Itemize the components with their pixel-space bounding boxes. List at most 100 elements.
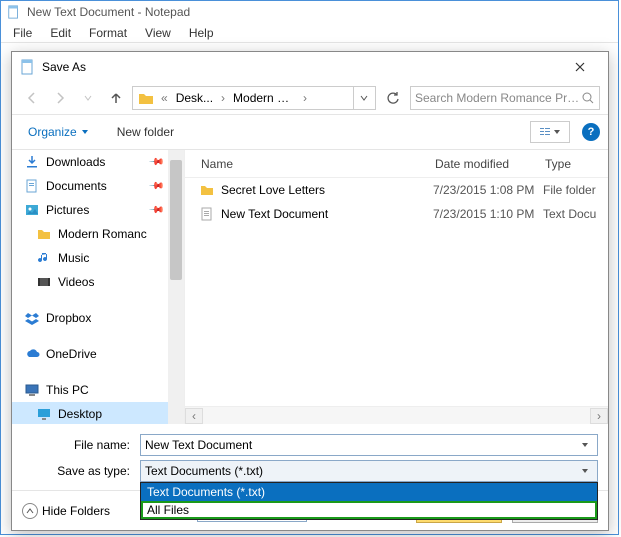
recent-dropdown[interactable] xyxy=(76,86,100,110)
chevron-down-icon[interactable] xyxy=(577,463,593,479)
nav-row: « Desk... › Modern Roma... › Search Mode… xyxy=(12,82,608,114)
file-header: Name Date modified Type xyxy=(185,150,608,178)
scrollbar-thumb[interactable] xyxy=(170,160,182,280)
help-button[interactable]: ? xyxy=(582,123,600,141)
folder-icon xyxy=(36,226,52,242)
tree-label: Modern Romanc xyxy=(58,227,147,241)
save-as-dialog: Save As « Desk... › Modern Roma... › xyxy=(11,51,609,531)
menu-view[interactable]: View xyxy=(137,24,179,42)
scroll-left-button[interactable]: ‹ xyxy=(185,408,203,424)
tree-label: Pictures xyxy=(46,203,89,217)
pin-icon: 📌 xyxy=(147,178,164,195)
save-type-dropdown: Text Documents (*.txt) All Files xyxy=(140,482,598,520)
forward-button[interactable] xyxy=(48,86,72,110)
tree-item-downloads[interactable]: Downloads📌 xyxy=(12,150,168,174)
back-button[interactable] xyxy=(20,86,44,110)
nav-tree: Downloads📌 Documents 📌 Pictures 📌 Modern R… xyxy=(12,150,168,424)
tree-label: OneDrive xyxy=(46,347,97,361)
organize-button[interactable]: Organize xyxy=(20,121,97,143)
search-placeholder: Search Modern Romance Pre-... xyxy=(415,91,581,105)
folder-icon xyxy=(137,89,155,107)
tree-item-desktop[interactable]: Desktop xyxy=(12,402,168,424)
file-name: New Text Document xyxy=(221,207,433,221)
music-icon xyxy=(36,250,52,266)
col-date[interactable]: Date modified xyxy=(435,157,545,171)
video-icon xyxy=(36,274,52,290)
tree-item-videos[interactable]: Videos xyxy=(12,270,168,294)
folder-icon xyxy=(199,182,215,198)
menu-edit[interactable]: Edit xyxy=(42,24,79,42)
chevron-down-icon[interactable] xyxy=(577,437,593,453)
file-name-label: File name: xyxy=(22,438,134,452)
tree-label: Documents xyxy=(46,179,107,193)
tree-label: Videos xyxy=(58,275,94,289)
textdoc-icon xyxy=(199,206,215,222)
hide-folders-button[interactable]: Hide Folders xyxy=(22,503,110,519)
dropbox-icon xyxy=(24,310,40,326)
close-button[interactable] xyxy=(560,53,600,81)
file-row[interactable]: Secret Love Letters 7/23/2015 1:08 PM Fi… xyxy=(185,178,608,202)
tree-item-documents[interactable]: Documents 📌 xyxy=(12,174,168,198)
tree-item-onedrive[interactable]: OneDrive xyxy=(12,342,168,366)
pin-icon: 📌 xyxy=(147,202,164,219)
menu-help[interactable]: Help xyxy=(181,24,222,42)
file-name: Secret Love Letters xyxy=(221,183,433,197)
notepad-title: New Text Document - Notepad xyxy=(27,5,190,19)
download-icon xyxy=(24,154,40,170)
file-date: 7/23/2015 1:08 PM xyxy=(433,183,543,197)
view-icon xyxy=(539,126,551,138)
menu-format[interactable]: Format xyxy=(81,24,135,42)
col-name[interactable]: Name xyxy=(185,157,435,171)
file-name-input[interactable]: New Text Document xyxy=(140,434,598,456)
save-type-option[interactable]: Text Documents (*.txt) xyxy=(141,483,597,501)
file-name-value: New Text Document xyxy=(145,438,577,452)
dialog-body: Downloads📌 Documents 📌 Pictures 📌 Modern R… xyxy=(12,150,608,424)
breadcrumb-prefix: « xyxy=(157,91,172,105)
thispc-icon xyxy=(24,382,40,398)
desktop-icon xyxy=(36,406,52,422)
file-hscrollbar[interactable]: ‹ › xyxy=(185,406,608,424)
dialog-toolbar: Organize New folder ? xyxy=(12,114,608,150)
tree-item-modern-romance[interactable]: Modern Romanc xyxy=(12,222,168,246)
tree-label: Desktop xyxy=(58,407,102,421)
refresh-button[interactable] xyxy=(380,86,406,110)
tree-item-pictures[interactable]: Pictures 📌 xyxy=(12,198,168,222)
col-type[interactable]: Type xyxy=(545,157,608,171)
chevron-up-icon xyxy=(22,503,38,519)
onedrive-icon xyxy=(24,346,40,362)
breadcrumb-crumb[interactable]: Desk... xyxy=(172,91,217,105)
tree-scrollbar[interactable] xyxy=(168,150,184,424)
search-input[interactable]: Search Modern Romance Pre-... xyxy=(410,86,600,110)
pictures-icon xyxy=(24,202,40,218)
save-type-option[interactable]: All Files xyxy=(141,501,597,519)
tree-item-thispc[interactable]: This PC xyxy=(12,378,168,402)
chevron-down-icon xyxy=(81,128,89,136)
file-type: Text Docu xyxy=(543,207,608,221)
tree-label: Music xyxy=(58,251,89,265)
breadcrumb-dropdown[interactable] xyxy=(353,87,373,109)
file-row[interactable]: New Text Document 7/23/2015 1:10 PM Text… xyxy=(185,202,608,226)
menu-file[interactable]: File xyxy=(5,24,40,42)
file-list: Name Date modified Type Secret Love Lett… xyxy=(184,150,608,424)
hide-folders-label: Hide Folders xyxy=(42,504,110,518)
file-date: 7/23/2015 1:10 PM xyxy=(433,207,543,221)
tree-label: This PC xyxy=(46,383,89,397)
tree-item-dropbox[interactable]: Dropbox xyxy=(12,306,168,330)
new-folder-button[interactable]: New folder xyxy=(109,121,182,143)
tree-label: Dropbox xyxy=(46,311,91,325)
up-button[interactable] xyxy=(104,86,128,110)
notepad-window: New Text Document - Notepad File Edit Fo… xyxy=(0,0,619,535)
tree-item-music[interactable]: Music xyxy=(12,246,168,270)
pin-icon: 📌 xyxy=(147,154,164,171)
notepad-icon xyxy=(7,5,21,19)
breadcrumb[interactable]: « Desk... › Modern Roma... › xyxy=(132,86,376,110)
view-options-button[interactable] xyxy=(530,121,570,143)
save-type-select[interactable]: Text Documents (*.txt) Text Documents (*… xyxy=(140,460,598,482)
chevron-right-icon: › xyxy=(217,91,229,105)
save-type-value: Text Documents (*.txt) xyxy=(145,464,577,478)
chevron-down-icon xyxy=(553,128,561,136)
scroll-right-button[interactable]: › xyxy=(590,408,608,424)
chevron-right-icon: › xyxy=(299,91,311,105)
breadcrumb-crumb[interactable]: Modern Roma... xyxy=(229,91,299,105)
dialog-titlebar: Save As xyxy=(12,52,608,82)
